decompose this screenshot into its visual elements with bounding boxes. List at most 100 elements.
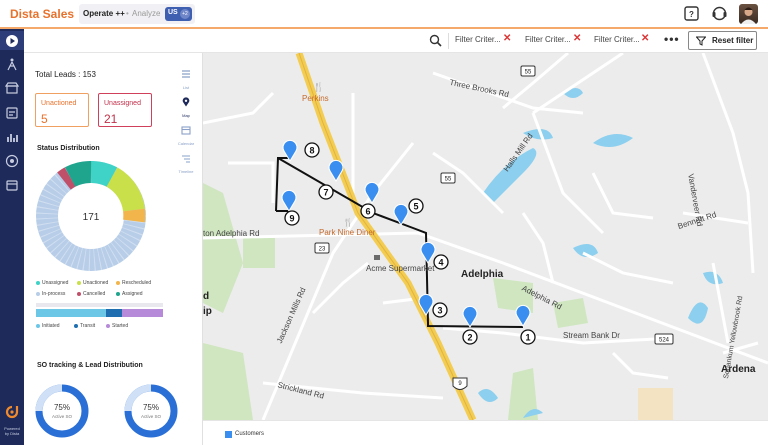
customer-pin[interactable] — [281, 189, 297, 212]
filter-chip-1[interactable]: Filter Criter... — [455, 35, 501, 44]
unactioned-card[interactable]: Unactioned 5 — [35, 93, 89, 127]
powered-by: Powered by Dista — [0, 405, 24, 436]
reset-filter-label: Reset filter — [712, 36, 754, 45]
road-stream-bank: Stream Bank Dr — [563, 331, 620, 340]
filter-bar: Filter Criter... ✕ Filter Criter... ✕ Fi… — [24, 29, 768, 53]
leads-panel: Total Leads : 153 Unactioned 5 Unassigne… — [24, 53, 203, 445]
legend-transit: Transit — [74, 323, 95, 329]
unassigned-value: 21 — [104, 112, 118, 126]
town-adelphia: Adelphia — [461, 269, 504, 280]
customer-pin[interactable] — [420, 241, 436, 264]
tab-map[interactable]: Map — [174, 94, 198, 118]
map-canvas[interactable]: 55 55 23 524 9 🍴 🍴 1 2 3 4 5 6 7 8 9 — [203, 53, 768, 420]
map-cut-label-d: d — [203, 291, 210, 302]
unactioned-value: 5 — [41, 112, 48, 126]
more-filters-button[interactable]: ••• — [664, 32, 680, 46]
orders-icon[interactable] — [5, 106, 19, 120]
so-donut-2[interactable]: 75% Active SO — [123, 383, 179, 439]
analyze-tab[interactable]: Analyze — [132, 9, 160, 18]
shield-55-top: 55 — [525, 70, 532, 76]
road-adelphia-left: ton Adelphia Rd — [203, 229, 260, 238]
total-leads: Total Leads : 153 — [35, 70, 96, 79]
filter-chip-1-remove-icon[interactable]: ✕ — [503, 33, 511, 44]
shield-524: 524 — [659, 338, 670, 344]
stop-number-5: 5 — [413, 202, 418, 212]
legend-initiated: Initiated — [36, 323, 60, 329]
calendar-icon[interactable] — [5, 178, 19, 192]
filter-chip-2-remove-icon[interactable]: ✕ — [573, 33, 581, 44]
status-distribution-title: Status Distribution — [37, 145, 100, 152]
restaurant-icon-diner: 🍴 — [343, 217, 353, 227]
legend-unactioned: Unactioned — [77, 280, 108, 286]
map-view[interactable]: 55 55 23 524 9 🍴 🍴 1 2 3 4 5 6 7 8 9 Per… — [203, 53, 768, 420]
left-navigation: Powered by Dista — [0, 29, 24, 445]
support-icon[interactable] — [711, 5, 728, 22]
so-donut-1[interactable]: 75% Active SO — [34, 383, 90, 439]
customer-pin[interactable] — [462, 305, 478, 328]
stop-number-8: 8 — [309, 146, 314, 156]
so-tracking-title: SO tracking & Lead Distribution — [37, 362, 143, 369]
tab-timeline[interactable]: Timeline — [174, 150, 198, 174]
svg-text:?: ? — [689, 10, 694, 19]
so-donut-2-percent: 75% — [143, 403, 159, 412]
filter-chip-3-remove-icon[interactable]: ✕ — [641, 33, 649, 44]
mode-switcher[interactable]: Operate ++ • Analyze US +2 — [79, 4, 195, 24]
status-donut-chart[interactable]: 171 — [36, 161, 146, 271]
poi-acme: Acme Supermarket — [366, 264, 435, 273]
stop-number-7: 7 — [323, 188, 328, 198]
stage-stacked-bar[interactable] — [36, 309, 163, 317]
stop-number-1: 1 — [525, 333, 530, 343]
app-root: Dista Sales Operate ++ • Analyze US +2 ? — [0, 0, 768, 445]
filter-chip-3[interactable]: Filter Criter... — [594, 35, 640, 44]
filter-chip-2[interactable]: Filter Criter... — [525, 35, 571, 44]
customers-legend-swatch — [225, 431, 232, 438]
play-icon[interactable] — [5, 34, 19, 48]
stop-number-3: 3 — [437, 306, 442, 316]
top-header: Dista Sales Operate ++ • Analyze US +2 ? — [0, 0, 768, 29]
shield-23: 23 — [319, 247, 326, 253]
unassigned-label: Unassigned — [104, 100, 141, 107]
poi-park-nine-diner: Park Nine Diner — [319, 228, 376, 237]
unassigned-card[interactable]: Unassigned 21 — [98, 93, 152, 127]
legend-in-process: In-process — [36, 291, 65, 297]
legend-started: Started — [106, 323, 128, 329]
customers-legend-label: Customers — [235, 431, 265, 437]
tab-list[interactable]: List — [174, 66, 198, 90]
stop-number-4: 4 — [438, 258, 443, 268]
calendar-tab-icon — [181, 126, 191, 135]
stop-number-2: 2 — [467, 333, 472, 343]
powered-text-2: by Dista — [4, 431, 20, 436]
store-icon[interactable] — [5, 81, 19, 95]
mode-separator: • — [126, 9, 129, 18]
donut-center-value: 171 — [83, 212, 100, 223]
operate-tab[interactable]: Operate ++ — [83, 9, 125, 18]
filter-separator — [448, 33, 449, 49]
chart-icon[interactable] — [5, 130, 19, 144]
so-donut-1-label: Active SO — [52, 414, 73, 419]
route-icon[interactable] — [5, 57, 19, 71]
stop-number-9: 9 — [289, 214, 294, 224]
target-icon[interactable] — [5, 154, 19, 168]
unactioned-label: Unactioned — [41, 100, 77, 107]
timeline-icon — [182, 155, 190, 163]
region-selector[interactable]: US +2 — [165, 7, 192, 21]
legend-assigned: Assigned — [116, 291, 143, 297]
customer-pin[interactable] — [515, 304, 531, 327]
so-donut-1-percent: 75% — [54, 403, 70, 412]
stop-number-6: 6 — [365, 207, 370, 217]
region-extra-count: +2 — [180, 9, 190, 19]
document-icon[interactable]: ? — [683, 5, 700, 22]
reset-filter-button[interactable]: Reset filter — [688, 31, 757, 50]
search-icon[interactable] — [429, 34, 442, 47]
poi-perkins: Perkins — [302, 94, 329, 103]
app-title: Dista Sales — [10, 7, 75, 21]
legend-cancelled: Cancelled — [77, 291, 105, 297]
legend-rescheduled: Rescheduled — [116, 280, 151, 286]
restaurant-icon-perkins: 🍴 — [313, 81, 324, 93]
shop-icon — [374, 255, 380, 260]
dista-logo-icon — [5, 405, 19, 419]
tab-calendar[interactable]: Calendar — [174, 122, 198, 146]
list-icon — [182, 70, 190, 78]
region-label: US — [168, 9, 178, 16]
user-avatar[interactable] — [739, 4, 758, 24]
